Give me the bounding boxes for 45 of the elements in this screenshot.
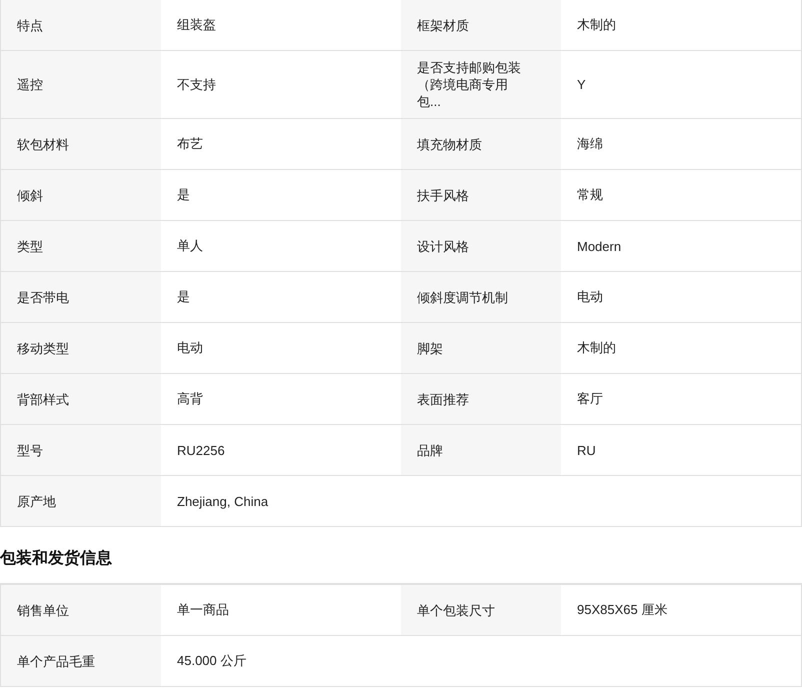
attribute-label: 背部样式	[17, 390, 69, 408]
attribute-value: 海绵	[577, 135, 603, 153]
attribute-label: 设计风格	[417, 238, 469, 254]
attribute-label: 移动类型	[17, 340, 69, 356]
attribute-value: RU2256	[177, 442, 225, 458]
attribute-value: 是	[177, 186, 190, 204]
attribute-label: 脚架	[417, 340, 443, 356]
attribute-label: 填充物材质	[417, 136, 482, 152]
attribute-label: 框架材质	[417, 16, 469, 34]
attribute-value: Y	[577, 77, 586, 92]
attribute-value: Modern	[577, 238, 622, 254]
attribute-label: 扶手风格	[417, 186, 469, 204]
attribute-label: 是否支持邮购包装（跨境电商专用包...	[417, 59, 522, 110]
attribute-value: 是	[177, 288, 190, 306]
attribute-value: 常规	[577, 186, 603, 204]
attribute-label: 倾斜度调节机制	[417, 288, 508, 306]
attribute-label: 特点	[17, 16, 43, 34]
attribute-label: 倾斜	[17, 186, 43, 204]
attribute-label: 是否带电	[17, 288, 69, 306]
attribute-value: 不支持	[177, 76, 216, 94]
attribute-value: 高背	[177, 390, 203, 408]
attribute-value: 组装盔	[177, 16, 216, 34]
attribute-value: 电动	[177, 339, 203, 357]
attribute-value: 95X85X65 厘米	[577, 601, 668, 619]
attribute-value: 木制的	[577, 339, 616, 357]
attribute-label: 软包材料	[17, 136, 69, 152]
attribute-label: 单个产品毛重	[17, 652, 95, 670]
attribute-value: 单一商品	[177, 601, 229, 619]
attribute-value: 布艺	[177, 135, 203, 153]
attribute-value: 单人	[177, 237, 203, 255]
attribute-label: 表面推荐	[417, 390, 469, 408]
attribute-label: 原产地	[17, 492, 56, 510]
attribute-value: 电动	[577, 288, 603, 306]
attribute-label: 类型	[17, 238, 43, 254]
attribute-value: 木制的	[577, 16, 616, 34]
attribute-value: 45.000 公斤	[177, 652, 246, 670]
attribute-label: 单个包装尺寸	[417, 602, 495, 618]
attribute-value: 客厅	[577, 390, 603, 408]
attribute-label: 遥控	[17, 76, 43, 93]
attribute-value: RU	[577, 442, 596, 458]
attribute-label: 品牌	[417, 442, 443, 458]
attribute-value: Zhejiang, China	[177, 494, 268, 508]
section-title: 包装和发货信息	[0, 549, 113, 569]
attribute-label: 型号	[17, 442, 43, 458]
attribute-label: 销售单位	[17, 602, 69, 618]
